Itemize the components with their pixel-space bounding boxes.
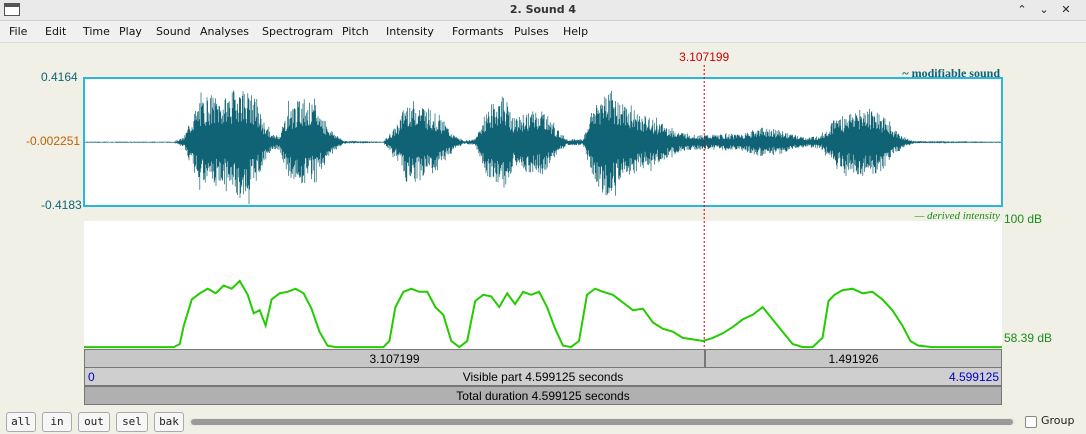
menu-file[interactable]: File (9, 25, 27, 38)
menu-time[interactable]: Time (83, 25, 110, 38)
total-duration-bar[interactable]: Total duration 4.599125 seconds (84, 386, 1002, 405)
intensity-bottom-label: 58.39 dB (1004, 331, 1053, 345)
window-minimize-button[interactable]: ⌃ (1014, 2, 1030, 18)
menu-sound[interactable]: Sound (156, 25, 191, 38)
window-maximize-button[interactable]: ⌄ (1036, 2, 1052, 18)
zoom-in-button[interactable]: in (42, 412, 72, 432)
zoom-selection-button[interactable]: sel (116, 412, 148, 432)
waveform-ymax-label: 0.4164 (41, 70, 78, 84)
menu-play[interactable]: Play (119, 25, 142, 38)
visible-end-value: 4.599125 (948, 370, 999, 384)
window-title: 2. Sound 4 (509, 3, 577, 16)
waveform-ymid-label: -0.002251 (26, 134, 81, 148)
intensity-background (84, 221, 1002, 349)
menu-pitch[interactable]: Pitch (342, 25, 369, 38)
duration-left-value: 3.107199 (369, 352, 420, 366)
total-duration-label: Total duration 4.599125 seconds (456, 389, 630, 403)
menu-edit[interactable]: Edit (45, 25, 66, 38)
menu-intensity[interactable]: Intensity (386, 25, 434, 38)
menu-pulses[interactable]: Pulses (514, 25, 549, 38)
visible-part-bar[interactable]: 0 Visible part 4.599125 seconds 4.599125 (84, 367, 1002, 386)
menu-analyses[interactable]: Analyses (200, 25, 249, 38)
duration-right-value: 1.491926 (828, 352, 879, 366)
group-checkbox[interactable] (1025, 416, 1037, 428)
menu-spectrogram[interactable]: Spectrogram (262, 25, 333, 38)
visible-part-label: Visible part 4.599125 seconds (462, 370, 624, 384)
zoom-back-button[interactable]: bak (154, 412, 184, 432)
menu-formants[interactable]: Formants (452, 25, 503, 38)
cursor-time-label: 3.107199 (679, 50, 729, 64)
sound-editor: 3.107199 ~ modifiable sound — derived in… (0, 43, 1086, 434)
zoom-all-button[interactable]: all (6, 412, 36, 432)
window-close-button[interactable]: ✕ (1058, 2, 1074, 18)
derived-intensity-label: — derived intensity (913, 210, 1000, 222)
window-titlebar: 2. Sound 4 ⌃ ⌄ ✕ (0, 0, 1086, 21)
intensity-top-label: 100 dB (1004, 212, 1043, 226)
menu-bar: File Edit Time Play Sound Analyses Spect… (0, 21, 1086, 43)
zoom-out-button[interactable]: out (78, 412, 110, 432)
duration-bar-right[interactable]: 1.491926 (705, 349, 1002, 369)
time-scrollbar-thumb[interactable] (191, 419, 1013, 425)
waveform-ymin-label: -0.4183 (41, 198, 82, 212)
menu-help[interactable]: Help (563, 25, 588, 38)
modifiable-sound-label: ~ modifiable sound (902, 66, 1000, 80)
duration-bar-left[interactable]: 3.107199 (84, 349, 705, 369)
group-checkbox-label: Group (1041, 414, 1075, 427)
sound-plot-area[interactable]: 3.107199 ~ modifiable sound — derived in… (0, 43, 1086, 373)
